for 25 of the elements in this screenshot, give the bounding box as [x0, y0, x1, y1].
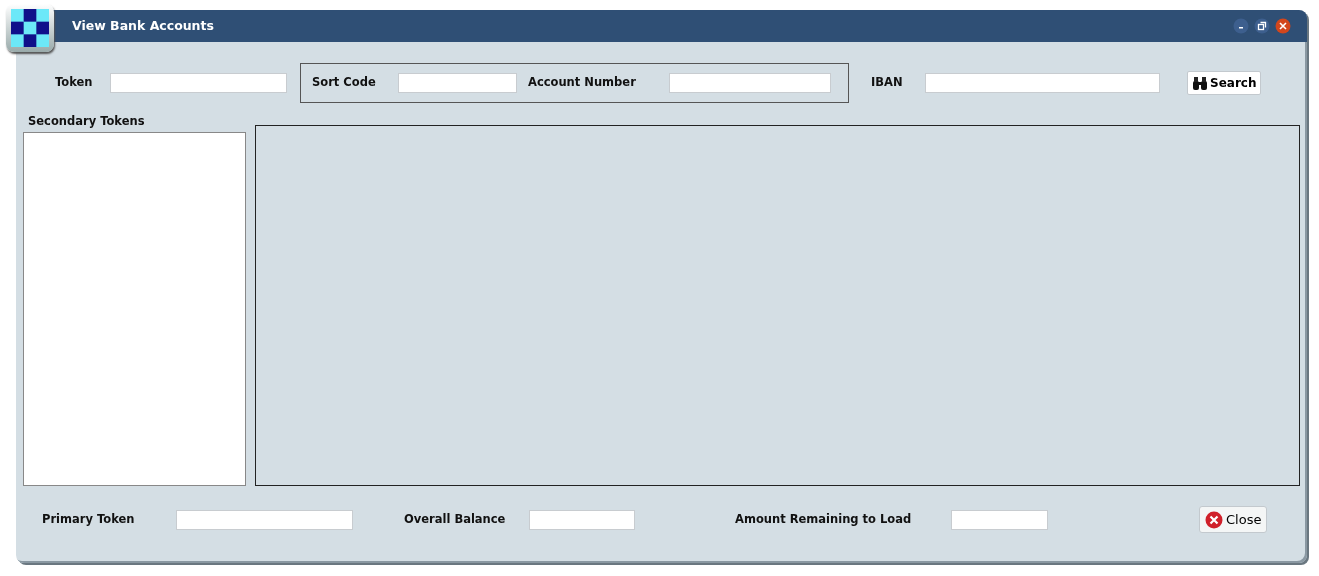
token-field[interactable]: [110, 73, 287, 93]
field-label: Overall Balance: [404, 511, 507, 529]
restore-icon[interactable]: [1254, 18, 1270, 34]
amount-remaining-field[interactable]: [951, 509, 1048, 530]
overall-balance-field[interactable]: [529, 509, 635, 530]
logo-icon: [6, 4, 54, 52]
close-button[interactable]: Close: [1199, 506, 1268, 534]
window-title: View Bank Accounts: [72, 16, 214, 35]
field-label: Account Number: [528, 74, 637, 92]
binoculars-icon: [1192, 76, 1208, 90]
close-icon[interactable]: [1275, 18, 1291, 34]
primary-token-field[interactable]: [176, 509, 353, 530]
field-label: Token: [55, 74, 94, 92]
field-label: Primary Token: [42, 511, 136, 529]
minimize-icon[interactable]: [1233, 18, 1249, 34]
sort-code-field[interactable]: [398, 73, 517, 93]
list-label: Secondary Tokens: [28, 113, 146, 130]
search-button[interactable]: Search: [1187, 71, 1262, 95]
secondary-tokens-list[interactable]: [23, 132, 246, 487]
close-icon: [1205, 510, 1223, 529]
field-label: IBAN: [871, 74, 904, 92]
field-label: Amount Remaining to Load: [735, 511, 913, 529]
account-number-field[interactable]: [669, 73, 831, 93]
iban-field[interactable]: [925, 73, 1160, 93]
field-label: Sort Code: [312, 74, 377, 92]
